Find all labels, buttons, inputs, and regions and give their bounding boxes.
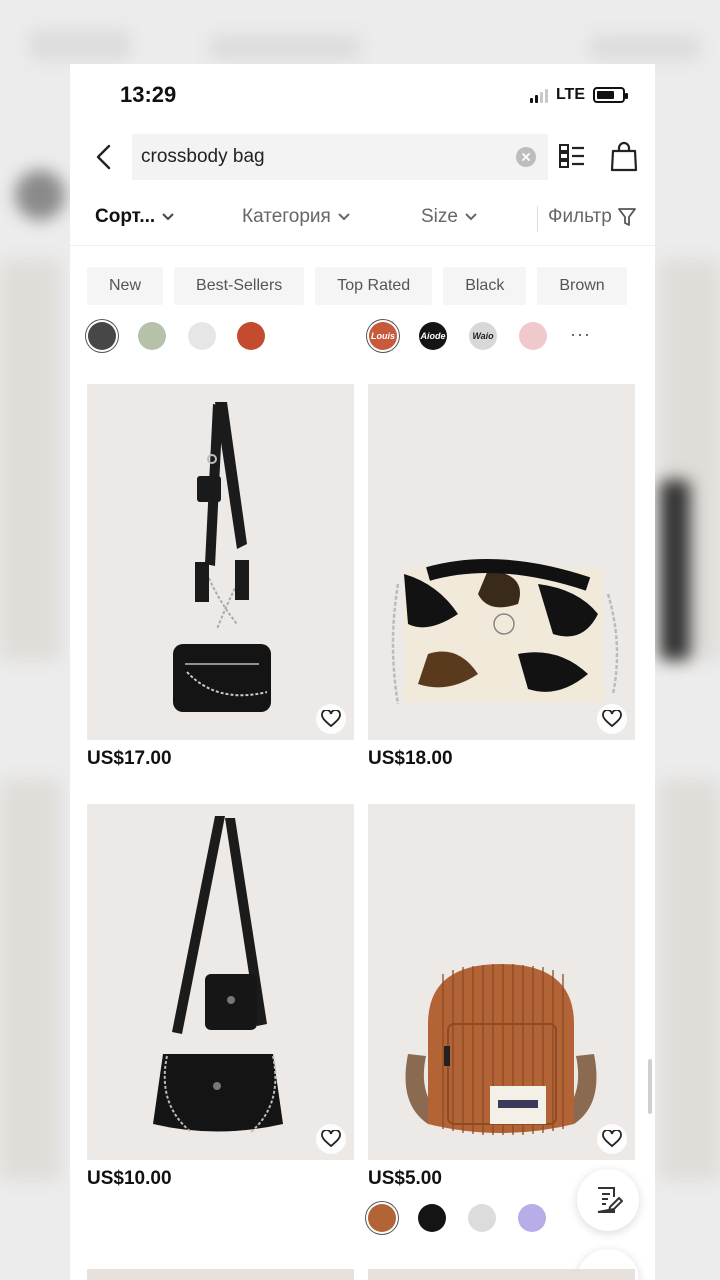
product-price: US$18.00	[368, 748, 453, 769]
product-card-partial	[87, 1269, 354, 1280]
chevron-left-icon	[96, 144, 111, 170]
close-icon	[522, 153, 530, 161]
product-card[interactable]: US$5.00	[368, 804, 635, 1232]
list-view-icon	[559, 144, 584, 168]
chevron-down-icon	[338, 213, 350, 221]
product-color-swatch[interactable]	[368, 1204, 396, 1232]
category-label: Категория	[242, 206, 331, 227]
sort-label: Сорт...	[95, 206, 156, 227]
funnel-icon	[617, 208, 636, 226]
network-label: LTE	[555, 86, 585, 103]
color-swatch[interactable]	[237, 322, 265, 350]
filter-button[interactable]: Фильтр	[548, 206, 636, 228]
color-swatch[interactable]	[188, 322, 216, 350]
battery-icon	[593, 87, 628, 103]
filter-bar: Сорт... Категория Size Фильтр	[70, 192, 655, 246]
search-query: crossbody bag	[141, 146, 265, 167]
more-colors-button[interactable]: ···	[570, 324, 591, 345]
chip-top-rated[interactable]: Top Rated	[315, 267, 433, 305]
color-swatch[interactable]: Aiode	[419, 322, 447, 350]
heart-icon	[602, 1130, 622, 1148]
edit-note-icon	[597, 1187, 623, 1213]
color-swatch[interactable]: Waio	[469, 322, 497, 350]
product-card[interactable]: US$10.00	[87, 804, 354, 1190]
chip-brown[interactable]: Brown	[537, 267, 627, 305]
color-swatch-row: Louis Aiode Waio ···	[70, 320, 655, 354]
sort-dropdown[interactable]: Сорт...	[95, 206, 175, 228]
cow-print-bag-image	[391, 559, 619, 705]
wishlist-button[interactable]	[597, 704, 627, 734]
product-price: US$17.00	[87, 748, 172, 769]
size-dropdown[interactable]: Size	[421, 206, 478, 228]
product-card[interactable]: US$17.00	[87, 384, 354, 770]
category-dropdown[interactable]: Категория	[242, 206, 351, 228]
black-multi-pouch-bag-image	[173, 402, 271, 712]
scrollbar[interactable]	[648, 1059, 652, 1114]
brown-corduroy-bag-image	[405, 964, 597, 1135]
chip-new[interactable]: New	[87, 267, 164, 305]
clear-search-button[interactable]	[516, 147, 536, 167]
wishlist-button[interactable]	[316, 704, 346, 734]
color-swatch[interactable]	[88, 322, 116, 350]
back-button[interactable]	[88, 140, 118, 174]
quick-filter-chips: New Best-Sellers Top Rated Black Brown	[87, 267, 627, 305]
shopping-bag-button[interactable]	[610, 140, 638, 177]
black-chain-baguette-image	[153, 816, 283, 1133]
product-card-partial	[368, 1269, 635, 1280]
product-image[interactable]	[368, 804, 635, 1160]
product-image[interactable]	[368, 384, 635, 740]
heart-icon	[321, 1130, 341, 1148]
color-swatch[interactable]: Louis	[369, 322, 397, 350]
status-bar: 13:29 LTE	[70, 64, 655, 124]
heart-icon	[321, 710, 341, 728]
filter-label: Фильтр	[548, 206, 612, 227]
wishlist-button[interactable]	[597, 1124, 627, 1154]
list-view-button[interactable]	[558, 142, 586, 175]
review-button[interactable]	[577, 1169, 639, 1231]
heart-icon	[602, 710, 622, 728]
chevron-down-icon	[162, 213, 174, 221]
product-card[interactable]: US$18.00	[368, 384, 635, 770]
color-swatch[interactable]	[519, 322, 547, 350]
phone-screen: 13:29 LTE crossbody bag Сорт... Категори…	[70, 64, 655, 1280]
search-input[interactable]: crossbody bag	[132, 134, 548, 180]
product-image[interactable]	[87, 384, 354, 740]
color-swatch[interactable]	[138, 322, 166, 350]
search-header: crossbody bag	[70, 132, 655, 182]
shopping-bag-icon	[610, 141, 638, 172]
product-color-swatch[interactable]	[518, 1204, 546, 1232]
status-time: 13:29	[120, 82, 177, 107]
chip-black[interactable]: Black	[443, 267, 527, 305]
status-indicators: LTE	[529, 86, 628, 104]
chevron-down-icon	[465, 213, 477, 221]
size-label: Size	[421, 206, 458, 227]
product-color-swatch[interactable]	[418, 1204, 446, 1232]
product-color-swatch[interactable]	[468, 1204, 496, 1232]
product-price: US$10.00	[87, 1168, 172, 1189]
filter-divider	[537, 206, 538, 232]
chip-best-sellers[interactable]: Best-Sellers	[174, 267, 305, 305]
signal-icon	[529, 87, 548, 103]
product-image[interactable]	[87, 804, 354, 1160]
wishlist-button[interactable]	[316, 1124, 346, 1154]
